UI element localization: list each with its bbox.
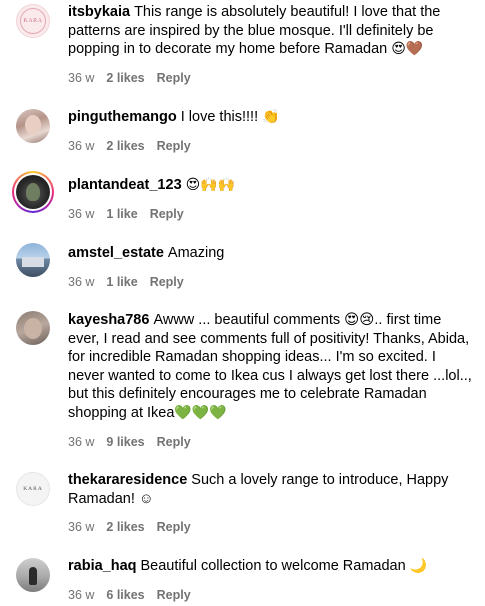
comment-meta: 36 w 2 likes Reply [68, 71, 473, 85]
avatar[interactable]: KARA [16, 4, 50, 38]
comment-text-block: plantandeat_123 😍🙌🙌 [68, 176, 473, 195]
reply-button[interactable]: Reply [157, 435, 191, 449]
comment-likes[interactable]: 6 likes [106, 588, 144, 602]
comment-likes[interactable]: 1 like [106, 275, 137, 289]
comment-likes[interactable]: 2 likes [106, 139, 144, 153]
avatar[interactable] [16, 311, 50, 345]
avatar[interactable] [16, 109, 50, 143]
comment-text: Beautiful collection to welcome Ramadan [140, 558, 406, 574]
comment-text-block: pinguthemango I love this!!!! 👏 [68, 108, 473, 127]
comment-username[interactable]: pinguthemango [68, 109, 177, 125]
kara-logo-icon: KARA [23, 486, 43, 492]
comment-time[interactable]: 36 w [68, 139, 94, 153]
comment-username[interactable]: itsbykaia [68, 4, 130, 20]
comments-list: KARA itsbykaia This range is absolutely b… [0, 0, 485, 606]
avatar[interactable]: KARA [16, 472, 50, 506]
user-photo-icon [26, 183, 40, 201]
reply-button[interactable]: Reply [157, 139, 191, 153]
reply-button[interactable]: Reply [157, 520, 191, 534]
reply-button[interactable]: Reply [157, 71, 191, 85]
story-ring[interactable] [12, 171, 54, 213]
comment-time[interactable]: 36 w [68, 275, 94, 289]
comment-meta: 36 w 1 like Reply [68, 275, 473, 289]
comment-text: Amazing [167, 245, 225, 261]
comment-text: Awww ... beautiful comments 😍😢.. first t… [68, 312, 472, 421]
user-photo-icon [25, 115, 41, 135]
kara-logo-icon: KARA [20, 8, 46, 34]
comment-username[interactable]: kayesha786 [68, 312, 149, 328]
house-photo-icon [22, 257, 44, 267]
comment-time[interactable]: 36 w [68, 207, 94, 221]
comment-username[interactable]: amstel_estate [68, 245, 164, 261]
comment-text: I love this!!!! [180, 109, 259, 125]
comment-meta: 36 w 9 likes Reply [68, 435, 473, 449]
user-photo-icon [24, 318, 42, 339]
comment-likes[interactable]: 1 like [106, 207, 137, 221]
comment-text-block: rabia_haq Beautiful collection to welcome… [68, 557, 473, 576]
comment-meta: 36 w 2 likes Reply [68, 139, 473, 153]
comment-meta: 36 w 1 like Reply [68, 207, 473, 221]
avatar[interactable] [16, 558, 50, 592]
comment-time[interactable]: 36 w [68, 435, 94, 449]
avatar [16, 175, 50, 209]
comment-username[interactable]: rabia_haq [68, 558, 137, 574]
comment-emojis: 🌙 [409, 558, 428, 574]
comment-time[interactable]: 36 w [68, 588, 94, 602]
comment-emojis: 😍🤎 [391, 41, 424, 58]
comment-emojis: 💚💚💚 [174, 404, 227, 421]
comment-likes[interactable]: 2 likes [106, 520, 144, 534]
reply-button[interactable]: Reply [150, 275, 184, 289]
comment-text-block: itsbykaia This range is absolutely beauti… [68, 3, 473, 59]
avatar-logo-text: KARA [23, 18, 43, 24]
comment-time[interactable]: 36 w [68, 71, 94, 85]
comment-text-block: amstel_estate Amazing [68, 244, 473, 263]
reply-button[interactable]: Reply [157, 588, 191, 602]
comment-emojis: 👏 [262, 109, 280, 125]
avatar[interactable] [16, 243, 50, 277]
comment-emojis: 😍🙌🙌 [185, 177, 236, 193]
comment-meta: 36 w 2 likes Reply [68, 520, 473, 534]
comment-text-block: kayesha786 Awww ... beautiful comments 😍😢… [68, 311, 473, 423]
comment-text-block: thekararesidence Such a lovely range to i… [68, 471, 473, 508]
comment-username[interactable]: plantandeat_123 [68, 177, 182, 193]
comment-time[interactable]: 36 w [68, 520, 94, 534]
reply-button[interactable]: Reply [150, 207, 184, 221]
comment-likes[interactable]: 2 likes [106, 71, 144, 85]
comment-username[interactable]: thekararesidence [68, 472, 187, 488]
comment-likes[interactable]: 9 likes [106, 435, 144, 449]
comment-meta: 36 w 6 likes Reply [68, 588, 473, 602]
user-photo-icon [29, 567, 37, 585]
